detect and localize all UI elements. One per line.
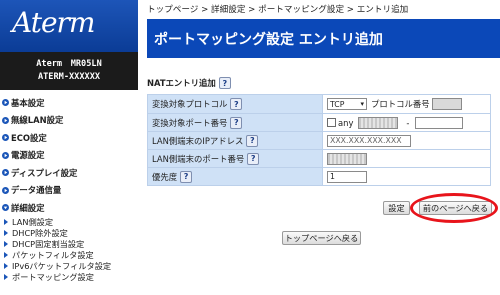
brand-logo: Aterm	[12, 6, 95, 39]
device-info: Aterm MR05LN ATERM-XXXXXX	[0, 52, 138, 90]
sidebar-subitem-dhcp-exclude[interactable]: DHCP除外設定	[0, 228, 138, 239]
sidebar-item-label: データ通信量	[11, 185, 62, 196]
form-row-priority: 優先度 ? 1	[148, 167, 490, 185]
sidebar-item-label: ECO設定	[11, 132, 47, 143]
device-id: ATERM-XXXXXX	[37, 72, 101, 82]
help-icon[interactable]: ?	[247, 152, 260, 165]
page-title: ポートマッピング設定 エントリ追加	[147, 19, 500, 58]
sidebar-nav: 基本設定 無線LAN設定 ECO設定 電源設定 ディスプレイ設定 データ通信量 …	[0, 94, 138, 283]
sidebar-subitem-label: ポートマッピング設定	[12, 272, 94, 282]
form-row-lan-port: LAN側端末のポート番号 ?	[148, 149, 490, 167]
sidebar-subitem-lan[interactable]: LAN側設定	[0, 217, 138, 228]
sidebar-subitem-ipv6-filter[interactable]: IPv6パケットフィルタ設定	[0, 261, 138, 272]
port-start-input[interactable]	[358, 116, 399, 129]
any-checkbox[interactable]	[327, 118, 336, 127]
sidebar-item-label: 基本設定	[11, 97, 45, 108]
help-icon[interactable]: ?	[246, 134, 259, 147]
blue-triangle-icon	[4, 219, 8, 225]
form-row-port: 変換対象ポート番号 ? any -	[148, 113, 490, 131]
lan-ip-input[interactable]: XXX.XXX.XXX.XXX	[327, 134, 411, 147]
orange-arrow-icon	[2, 151, 9, 159]
sidebar-item-power[interactable]: 電源設定	[0, 147, 138, 165]
lan-port-input[interactable]	[327, 152, 367, 165]
form-row-lan-ip: LAN側端末のIPアドレス ? XXX.XXX.XXX.XXX	[148, 131, 490, 149]
protocol-select[interactable]: TCP ▾	[327, 98, 367, 110]
sidebar-subitem-packet-filter[interactable]: パケットフィルタ設定	[0, 250, 138, 261]
sidebar-item-label: 詳細設定	[11, 202, 45, 213]
blue-triangle-icon	[4, 230, 8, 236]
port-end-input[interactable]	[415, 116, 464, 129]
form-value: XXX.XXX.XXX.XXX	[323, 132, 490, 149]
sidebar-item-label: ディスプレイ設定	[11, 167, 78, 178]
orange-arrow-icon	[2, 116, 9, 124]
sidebar-subitem-dhcp-fixed[interactable]: DHCP固定割当設定	[0, 239, 138, 250]
help-icon[interactable]: ?	[230, 98, 243, 110]
form-label-text: 優先度	[152, 171, 178, 182]
port-dash: -	[406, 117, 410, 128]
form-value: TCP ▾ プロトコル番号	[323, 95, 490, 113]
section-label: NATエントリ追加	[147, 78, 216, 88]
form-label-text: LAN側端末のIPアドレス	[152, 135, 244, 146]
nat-entry-form: 変換対象プロトコル ? TCP ▾ プロトコル番号 変換対象ポート番号 ? an…	[147, 94, 491, 186]
blue-triangle-icon	[4, 241, 8, 247]
breadcrumb[interactable]: トップページ > 詳細設定 > ポートマッピング設定 > エントリ追加	[147, 3, 408, 15]
help-icon[interactable]: ?	[230, 116, 243, 129]
top-page-button[interactable]: トップページへ戻る	[282, 231, 361, 245]
form-row-protocol: 変換対象プロトコル ? TCP ▾ プロトコル番号	[148, 95, 490, 113]
sidebar-subitem-port-mapping[interactable]: ポートマッピング設定	[0, 272, 138, 283]
protocol-number-input[interactable]	[431, 98, 462, 110]
blue-triangle-icon	[4, 263, 8, 269]
sidebar-item-display[interactable]: ディスプレイ設定	[0, 164, 138, 182]
help-icon[interactable]: ?	[218, 77, 231, 89]
form-label-text: 変換対象ポート番号	[152, 117, 228, 128]
orange-arrow-icon	[2, 186, 9, 194]
sidebar-item-data-usage[interactable]: データ通信量	[0, 182, 138, 200]
protocol-number-label: プロトコル番号	[371, 99, 430, 109]
sidebar-item-advanced[interactable]: 詳細設定	[0, 199, 138, 217]
sidebar-item-eco[interactable]: ECO設定	[0, 129, 138, 147]
settings-button[interactable]: 設定	[383, 201, 410, 215]
form-value	[323, 150, 490, 167]
form-label-text: 変換対象プロトコル	[152, 99, 228, 109]
highlight-ellipse	[410, 193, 498, 223]
orange-arrow-icon	[2, 134, 9, 142]
logo-panel: Aterm	[0, 0, 138, 52]
any-label: any	[338, 117, 354, 128]
form-value: any -	[323, 114, 490, 131]
form-label: 優先度 ?	[148, 168, 323, 185]
sidebar-item-label: 電源設定	[11, 150, 45, 161]
protocol-select-value: TCP	[330, 99, 345, 109]
orange-arrow-icon	[2, 204, 9, 212]
help-icon[interactable]: ?	[180, 170, 193, 183]
sidebar-item-wlan[interactable]: 無線LAN設定	[0, 112, 138, 130]
form-label: 変換対象ポート番号 ?	[148, 114, 323, 131]
form-label-text: LAN側端末のポート番号	[152, 153, 245, 164]
blue-triangle-icon	[4, 274, 8, 280]
form-value: 1	[323, 168, 490, 185]
form-label: 変換対象プロトコル ?	[148, 95, 323, 113]
device-model: Aterm MR05LN	[36, 59, 102, 69]
chevron-down-icon: ▾	[360, 100, 364, 108]
priority-input[interactable]: 1	[327, 170, 367, 183]
form-label: LAN側端末のポート番号 ?	[148, 150, 323, 167]
blue-triangle-icon	[4, 252, 8, 258]
sidebar-item-label: 無線LAN設定	[11, 115, 64, 126]
section-title: NATエントリ追加 ?	[147, 77, 231, 89]
orange-arrow-icon	[2, 99, 9, 107]
form-label: LAN側端末のIPアドレス ?	[148, 132, 323, 149]
sidebar: Aterm Aterm MR05LN ATERM-XXXXXX 基本設定 無線L…	[0, 0, 138, 295]
sidebar-item-basic[interactable]: 基本設定	[0, 94, 138, 112]
orange-arrow-icon	[2, 169, 9, 177]
